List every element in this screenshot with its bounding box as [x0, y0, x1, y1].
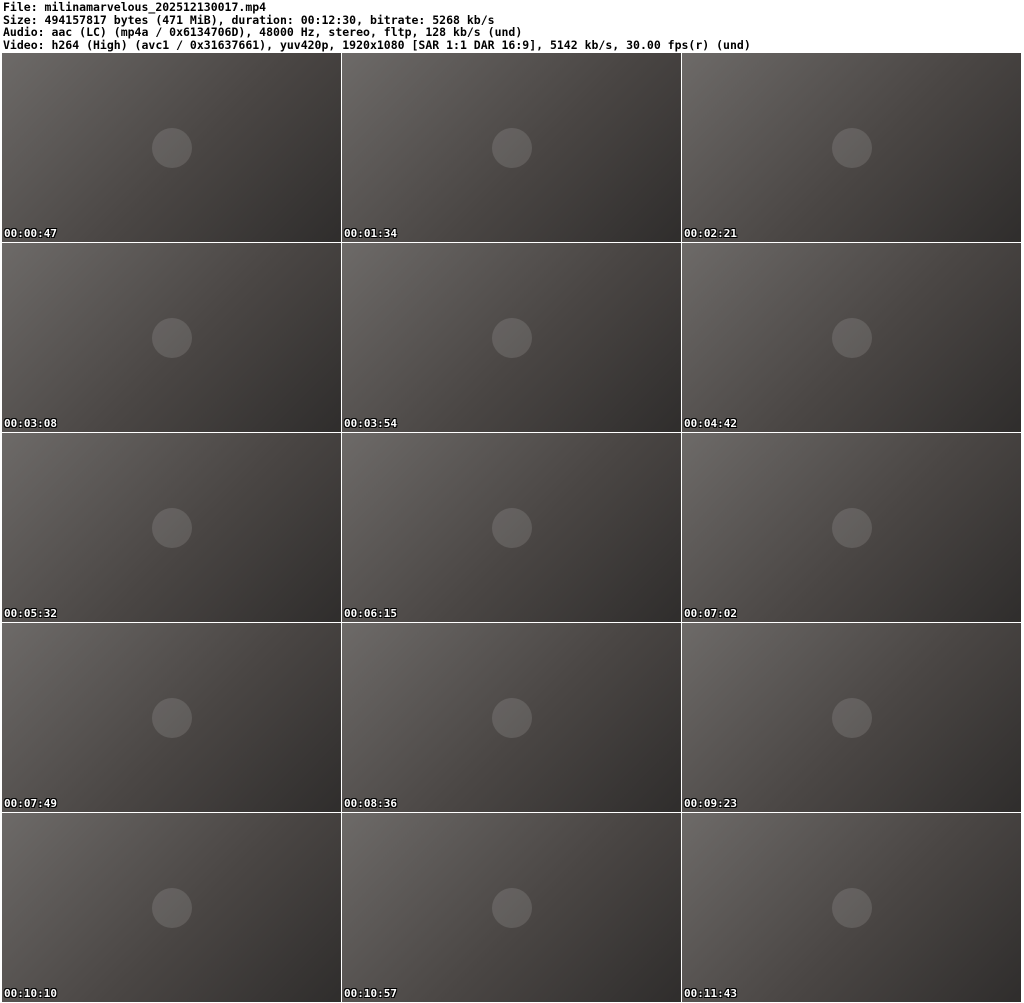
video-thumbnail: 00:10:10: [2, 813, 341, 1002]
thumbnail-placeholder-icon: [682, 623, 1021, 812]
thumbnail-timestamp: 00:06:15: [344, 607, 397, 620]
video-thumbnail: 00:01:34: [342, 53, 681, 242]
thumbnail-timestamp: 00:10:57: [344, 987, 397, 1000]
file-name: File: milinamarvelous_202512130017.mp4: [3, 0, 267, 14]
video-thumbnail: 00:11:43: [682, 813, 1021, 1002]
thumbnail-timestamp: 00:07:49: [4, 797, 57, 810]
thumbnail-timestamp: 00:07:02: [684, 607, 737, 620]
thumbnail-placeholder-icon: [2, 53, 341, 242]
thumbnail-timestamp: 00:00:47: [4, 227, 57, 240]
video-thumbnail: 00:09:23: [682, 623, 1021, 812]
video-thumbnail: 00:08:36: [342, 623, 681, 812]
thumbnail-placeholder-icon: [342, 813, 681, 1002]
thumbnail-timestamp: 00:02:21: [684, 227, 737, 240]
video-thumbnail: 00:02:21: [682, 53, 1021, 242]
thumbnail-placeholder-icon: [682, 53, 1021, 242]
thumbnail-timestamp: 00:09:23: [684, 797, 737, 810]
video-thumbnail: 00:10:57: [342, 813, 681, 1002]
thumbnail-placeholder-icon: [2, 243, 341, 432]
thumbnail-timestamp: 00:08:36: [344, 797, 397, 810]
thumbnail-timestamp: 00:05:32: [4, 607, 57, 620]
video-thumbnail: 00:03:08: [2, 243, 341, 432]
video-thumbnail: 00:06:15: [342, 433, 681, 622]
thumbnail-placeholder-icon: [342, 433, 681, 622]
thumbnail-timestamp: 00:01:34: [344, 227, 397, 240]
thumbnail-timestamp: 00:03:08: [4, 417, 57, 430]
video-thumbnail: 00:04:42: [682, 243, 1021, 432]
thumbnail-timestamp: 00:03:54: [344, 417, 397, 430]
thumbnail-timestamp: 00:10:10: [4, 987, 57, 1000]
thumbnail-placeholder-icon: [682, 433, 1021, 622]
video-info: Video: h264 (High) (avc1 / 0x31637661), …: [3, 37, 751, 52]
video-thumbnail: 00:07:49: [2, 623, 341, 812]
file-info-header: File: milinamarvelous_202512130017.mp4 S…: [3, 1, 751, 51]
audio-info: Audio: aac (LC) (mp4a / 0x6134706D), 480…: [3, 25, 523, 40]
video-thumbnail: 00:00:47: [2, 53, 341, 242]
thumbnail-placeholder-icon: [342, 623, 681, 812]
thumbnail-grid: 00:00:47 00:01:34 00:02:21 00:03:08 00:03:54…: [2, 53, 1021, 1002]
thumbnail-placeholder-icon: [342, 53, 681, 242]
thumbnail-timestamp: 00:04:42: [684, 417, 737, 430]
thumbnail-placeholder-icon: [342, 243, 681, 432]
thumbnail-timestamp: 00:11:43: [684, 987, 737, 1000]
video-thumbnail: 00:07:02: [682, 433, 1021, 622]
thumbnail-placeholder-icon: [2, 813, 341, 1002]
video-thumbnail: 00:03:54: [342, 243, 681, 432]
thumbnail-placeholder-icon: [2, 623, 341, 812]
thumbnail-placeholder-icon: [682, 243, 1021, 432]
thumbnail-placeholder-icon: [682, 813, 1021, 1002]
video-thumbnail: 00:05:32: [2, 433, 341, 622]
thumbnail-placeholder-icon: [2, 433, 341, 622]
